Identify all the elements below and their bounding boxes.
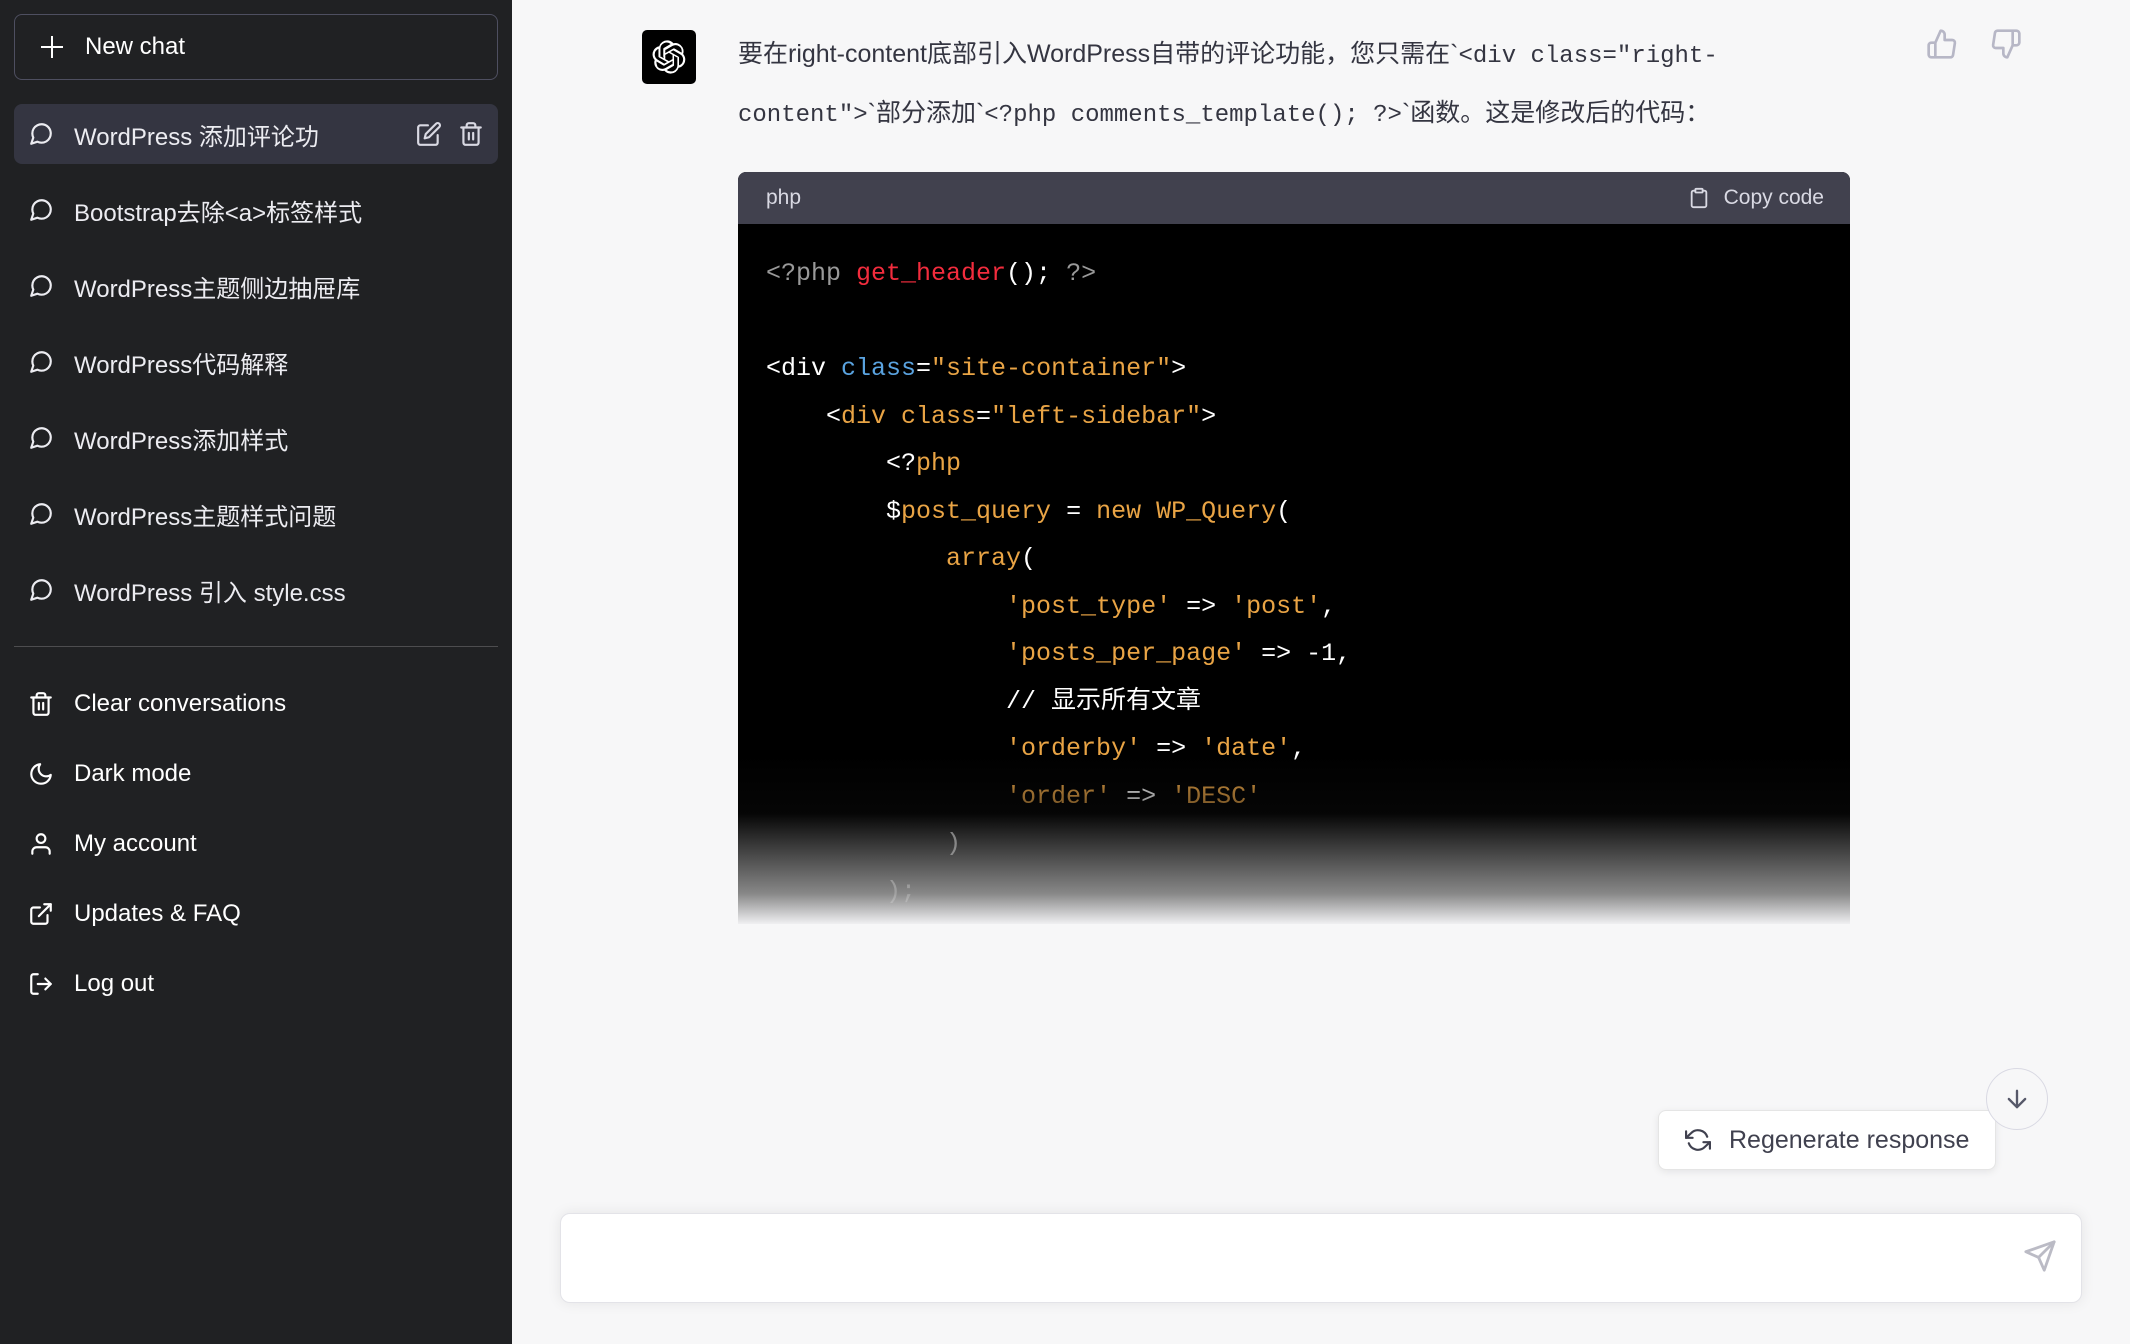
sidebar-item-conversation-6[interactable]: WordPress主题样式问题 [14, 484, 498, 544]
send-button[interactable] [2023, 1239, 2057, 1278]
chat-bubble-icon [28, 197, 54, 223]
chat-bubble-icon [28, 501, 54, 527]
copy-code-button[interactable]: Copy code [1688, 186, 1824, 210]
conversation-list: WordPress 添加评论功 Bootstrap去除<a>标签样式 WordP… [14, 104, 498, 636]
copy-code-label: Copy code [1724, 186, 1824, 210]
sidebar-item-log-out[interactable]: Log out [14, 949, 498, 1019]
sidebar-item-dark-mode[interactable]: Dark mode [14, 739, 498, 809]
chat-bubble-icon [28, 425, 54, 451]
conversation-actions [416, 121, 484, 147]
sidebar-item-conversation-5[interactable]: WordPress添加样式 [14, 408, 498, 468]
regenerate-label: Regenerate response [1729, 1126, 1969, 1155]
menu-label: My account [74, 830, 197, 858]
trash-icon [28, 691, 54, 717]
conversation-title: WordPress添加样式 [74, 421, 484, 456]
user-icon [28, 831, 54, 857]
plus-icon [41, 36, 63, 58]
sidebar-menu: Clear conversations Dark mode My account… [14, 669, 498, 1019]
main-content: 要在right-content底部引入WordPress自带的评论功能，您只需在… [512, 0, 2130, 1344]
sidebar-item-updates-faq[interactable]: Updates & FAQ [14, 879, 498, 949]
chat-bubble-icon [28, 349, 54, 375]
code-block: php Copy code <?php get_header(); ?> <di… [738, 172, 1850, 924]
message-body: 要在right-content底部引入WordPress自带的评论功能，您只需在… [738, 26, 1848, 924]
sidebar-item-my-account[interactable]: My account [14, 809, 498, 879]
chat-bubble-icon [28, 577, 54, 603]
refresh-icon [1685, 1127, 1711, 1153]
code-block-header: php Copy code [738, 172, 1850, 224]
sidebar-item-conversation-2[interactable]: Bootstrap去除<a>标签样式 [14, 180, 498, 240]
inline-code-2: <?php comments_template(); ?> [984, 102, 1402, 129]
composer-area [512, 1200, 2130, 1344]
msg-part-3: `函数。这是修改后的代码： [1402, 99, 1710, 127]
sidebar-item-conversation-1[interactable]: WordPress 添加评论功 [14, 104, 498, 164]
sidebar-item-clear-conversations[interactable]: Clear conversations [14, 669, 498, 739]
sidebar-item-conversation-4[interactable]: WordPress代码解释 [14, 332, 498, 392]
external-link-icon [28, 901, 54, 927]
code-language-label: php [766, 186, 801, 210]
edit-icon[interactable] [416, 121, 442, 147]
menu-label: Log out [74, 970, 154, 998]
moon-icon [28, 761, 54, 787]
msg-part-1: 要在right-content底部引入WordPress自带的评论功能，您只需在… [738, 40, 1458, 68]
sidebar-item-conversation-7[interactable]: WordPress 引入 style.css [14, 560, 498, 620]
msg-part-2: `部分添加` [868, 99, 985, 127]
conversation-title: WordPress主题样式问题 [74, 497, 484, 532]
assistant-avatar [642, 30, 696, 84]
thumbs-up-icon[interactable] [1926, 28, 1958, 65]
message-text: 要在right-content底部引入WordPress自带的评论功能，您只需在… [738, 26, 1848, 144]
scroll-to-bottom-button[interactable] [1986, 1068, 2048, 1130]
menu-label: Dark mode [74, 760, 191, 788]
logout-icon [28, 971, 54, 997]
clipboard-icon [1688, 187, 1710, 209]
conversation-title: WordPress 添加评论功 [74, 117, 396, 152]
sidebar: New chat WordPress 添加评论功 Bootstrap去除<a>标… [0, 0, 512, 1344]
conversation-title: WordPress主题侧边抽屉库 [74, 269, 484, 304]
arrow-down-icon [2003, 1085, 2031, 1113]
code-block-content[interactable]: <?php get_header(); ?> <div class="site-… [738, 224, 1850, 924]
regenerate-response-button[interactable]: Regenerate response [1658, 1110, 1996, 1170]
menu-label: Updates & FAQ [74, 900, 241, 928]
chat-bubble-icon [28, 273, 54, 299]
thumbs-down-icon[interactable] [1990, 28, 2022, 65]
conversation-title: Bootstrap去除<a>标签样式 [74, 193, 484, 228]
conversation-title: WordPress代码解释 [74, 345, 484, 380]
composer [560, 1213, 2082, 1303]
conversation-title: WordPress 引入 style.css [74, 573, 484, 608]
assistant-message: 要在right-content底部引入WordPress自带的评论功能，您只需在… [512, 0, 2130, 924]
message-input[interactable] [587, 1244, 2055, 1273]
chat-bubble-icon [28, 121, 54, 147]
sidebar-divider [14, 646, 498, 647]
new-chat-button[interactable]: New chat [14, 14, 498, 80]
menu-label: Clear conversations [74, 690, 286, 718]
sidebar-item-conversation-3[interactable]: WordPress主题侧边抽屉库 [14, 256, 498, 316]
new-chat-label: New chat [85, 33, 185, 61]
delete-icon[interactable] [458, 121, 484, 147]
message-feedback [1926, 28, 2022, 65]
